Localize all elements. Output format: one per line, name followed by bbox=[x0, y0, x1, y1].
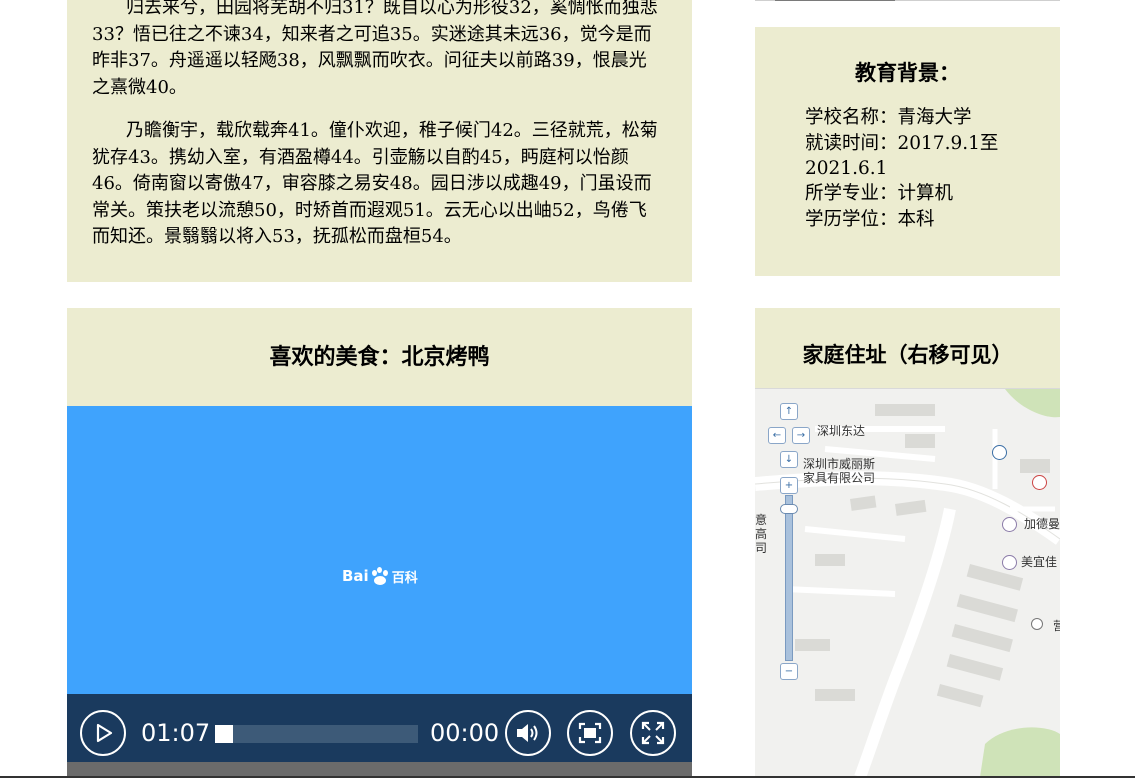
store-icon[interactable] bbox=[1002, 555, 1017, 570]
logo-text-right: 百科 bbox=[391, 570, 418, 586]
play-icon bbox=[96, 723, 113, 743]
bus-stop-icon[interactable] bbox=[992, 445, 1007, 460]
page-bottom-border bbox=[0, 776, 1135, 778]
map-pan-down-button[interactable]: ↓ bbox=[780, 451, 798, 468]
food-title: 喜欢的美食：北京烤鸭 bbox=[269, 345, 490, 370]
map-label-weilisi-furniture: 深圳市威丽斯家具有限公司 bbox=[803, 457, 876, 485]
map-zoom-in-button[interactable]: + bbox=[780, 477, 798, 494]
education-title: 教育背景： bbox=[855, 61, 960, 85]
map-label-jiademan: 加德曼 bbox=[1024, 517, 1060, 531]
top-divider-accent bbox=[775, 0, 895, 1]
map-label-ying: 营 bbox=[1053, 619, 1060, 633]
address-panel: 家庭住址（右移可见） 深圳东达 深圳市威丽斯家具有限公司 意高司 加德曼 美宜佳… bbox=[755, 308, 1060, 776]
map-pan-left-button[interactable]: ← bbox=[768, 427, 786, 444]
hospital-icon[interactable] bbox=[1032, 475, 1047, 490]
poem-paragraph-1: 归去来兮，田园将芜胡不归31？既自以心为形役32，奚惆怅而独悲33？悟已往之不谏… bbox=[92, 0, 658, 98]
address-title: 家庭住址（右移可见） bbox=[802, 343, 1013, 367]
video-controls: 01:07 00:00 bbox=[67, 694, 692, 776]
controls-bottom-strip bbox=[67, 762, 692, 776]
poi-icon[interactable] bbox=[1031, 618, 1043, 630]
shop-icon[interactable] bbox=[1002, 517, 1017, 532]
map-label-meiyijia: 美宜佳 bbox=[1021, 555, 1058, 569]
total-time: 00:00 bbox=[430, 719, 500, 747]
education-major: 所学专业：计算机 bbox=[805, 183, 954, 204]
widescreen-icon bbox=[578, 722, 602, 744]
education-school: 学校名称：青海大学 bbox=[805, 107, 972, 128]
map-zoom-slider[interactable] bbox=[780, 495, 798, 661]
poem-paragraph-2: 乃瞻衡宇，载欣载奔41。僮仆欢迎，稚子候门42。三径就荒，松菊犹存43。携幼入室… bbox=[92, 120, 658, 247]
baidu-baike-logo: Bai 百科 bbox=[342, 561, 422, 591]
progress-knob[interactable] bbox=[215, 725, 233, 743]
map-pan-right-button[interactable]: → bbox=[792, 427, 810, 444]
paw-icon bbox=[370, 567, 390, 585]
map-roads bbox=[755, 389, 1060, 776]
map-pan-up-button[interactable]: ↑ bbox=[780, 403, 798, 420]
widescreen-button[interactable] bbox=[567, 710, 613, 756]
play-button[interactable] bbox=[80, 710, 126, 756]
progress-bar[interactable] bbox=[215, 725, 418, 743]
map-label-yigao: 意高司 bbox=[755, 513, 768, 555]
map-label-shenzhen-dongda: 深圳东达 bbox=[817, 424, 866, 438]
map-zoom-knob[interactable] bbox=[780, 504, 798, 514]
video-player[interactable]: Bai 百科 01:07 00:00 bbox=[67, 406, 692, 776]
volume-button[interactable] bbox=[505, 710, 551, 756]
volume-icon bbox=[517, 724, 538, 742]
education-panel: 教育背景： 学校名称：青海大学 就读时间：2017.9.1至2021.6.1 所… bbox=[755, 27, 1060, 276]
fullscreen-button[interactable] bbox=[630, 710, 676, 756]
logo-text-left: Bai bbox=[342, 567, 369, 585]
fullscreen-icon bbox=[641, 721, 665, 745]
map-view[interactable]: 深圳东达 深圳市威丽斯家具有限公司 意高司 加德曼 美宜佳 营 ↑ ← → ↓ … bbox=[755, 388, 1060, 776]
poem-panel: 归去来兮，田园将芜胡不归31？既自以心为形役32，奚惆怅而独悲33？悟已往之不谏… bbox=[67, 0, 692, 282]
education-period: 就读时间：2017.9.1至2021.6.1 bbox=[805, 133, 999, 179]
food-panel: 喜欢的美食：北京烤鸭 Bai 百科 01:07 00:00 bbox=[67, 308, 692, 776]
education-degree: 学历学位：本科 bbox=[805, 209, 935, 230]
current-time: 01:07 bbox=[141, 719, 211, 747]
map-zoom-out-button[interactable]: − bbox=[780, 663, 798, 680]
